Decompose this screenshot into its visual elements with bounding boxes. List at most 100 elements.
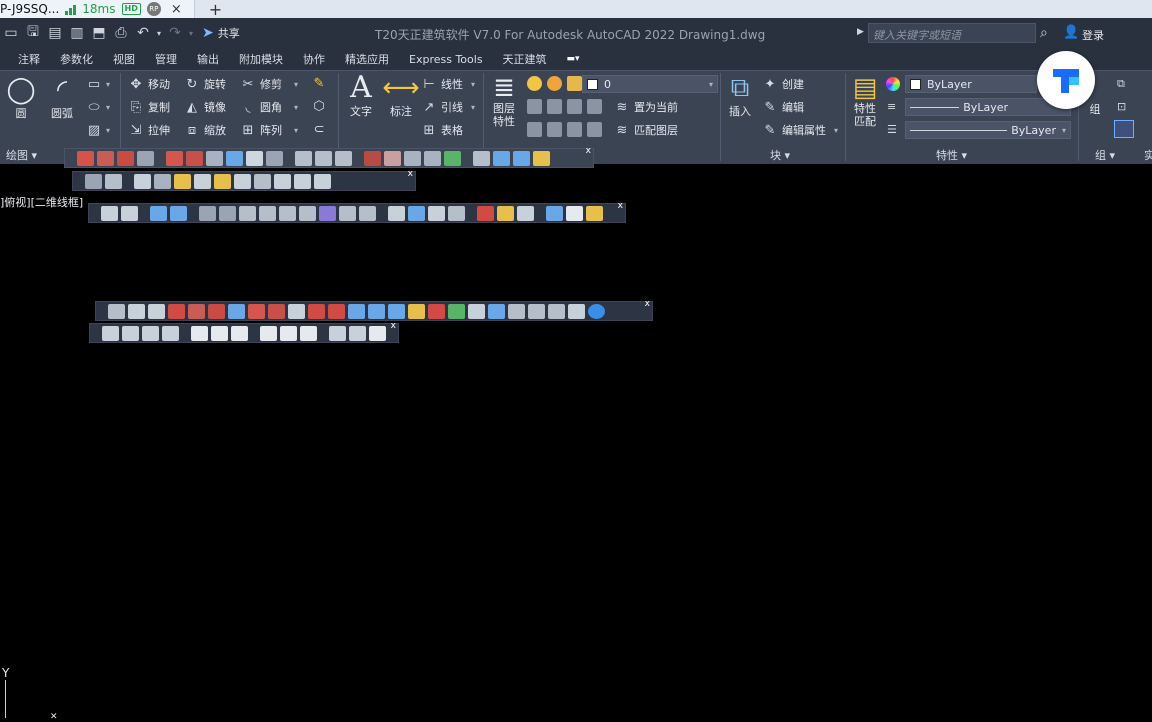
utilities-panel-title[interactable]: 实 [1144,147,1152,163]
layer-match-small-icon[interactable] [587,122,602,137]
undo-dropdown-icon[interactable]: ▾ [154,22,164,44]
undo-icon[interactable]: ↶ [132,22,154,44]
layer-freeze-icon[interactable] [567,99,582,114]
hatch-button[interactable]: ▨ ▾ [86,123,110,138]
layer-off-icon[interactable] [527,99,542,114]
match-properties-button[interactable]: ▤ 特性 匹配 [849,73,881,129]
move-button[interactable]: ✥ 移动 [128,76,170,92]
point-icon[interactable] [566,205,583,221]
ruler-icon[interactable] [408,205,425,221]
layer-isolate-icon[interactable] [547,99,562,114]
search-input[interactable]: 键入关键字或短语 [868,23,1036,43]
group-select-icon[interactable]: ⊡ [1117,100,1126,113]
ellipse-button[interactable]: ⬭ ▾ [86,100,110,115]
red-shape-icon[interactable] [477,205,494,221]
layer-walk-icon[interactable] [254,173,271,189]
layer-manage-icon[interactable] [314,173,331,189]
leader-button[interactable]: ↗ 引线 ▾ [421,99,475,115]
fill-icon[interactable] [288,303,305,319]
pencil-button[interactable]: ✎ [311,76,327,91]
scale-button[interactable]: ⧈ 缩放 [184,122,226,138]
tab-manage[interactable]: 管理 [155,51,177,67]
layer-dropdown[interactable]: 0 ▾ [582,75,718,93]
linear-dim-button[interactable]: ⊢ 线性 ▾ [421,76,475,92]
lineweight-dropdown[interactable]: ByLayer ▾ [905,121,1071,139]
stairs-icon[interactable] [508,303,525,319]
offset-button[interactable]: ⊂ [311,122,327,137]
lock-icon[interactable] [533,150,550,166]
house-icon[interactable] [448,205,465,221]
align-stack-3-icon[interactable] [142,325,159,341]
group-panel-title[interactable]: 组 ▾ [1095,147,1115,163]
sun-icon[interactable] [547,76,562,91]
group-bounding-icon[interactable] [1114,120,1134,138]
edit-attributes-button[interactable]: ✎ 编辑属性 ▾ [762,122,838,138]
window-red-icon[interactable] [308,303,325,319]
tab-collaborate[interactable]: 协作 [303,51,325,67]
copy-button[interactable]: ⎘ 复制 [128,99,170,115]
edit-doc-icon[interactable] [319,205,336,221]
align-stack-1-icon[interactable] [102,325,119,341]
room-icon[interactable] [226,150,243,166]
grid-doc-icon[interactable] [388,205,405,221]
cube-icon[interactable] [148,303,165,319]
help-icon[interactable] [588,303,605,319]
corner-join-icon[interactable] [219,205,236,221]
text-button[interactable]: A 文字 [344,73,378,119]
door-icon[interactable] [166,150,183,166]
properties-panel-title[interactable]: 特性 ▾ [936,147,967,163]
move-tool-icon[interactable] [228,303,245,319]
align-center-icon[interactable] [211,325,228,341]
remote-session-tab[interactable]: P-J9SSQ... 18ms HD RP × [0,0,195,18]
print-icon[interactable]: ⎙ [110,22,132,44]
align-stack-4-icon[interactable] [162,325,179,341]
block-panel-title[interactable]: 块 ▾ [770,147,790,163]
roof-icon[interactable] [246,150,263,166]
layer-properties-button[interactable]: ≣ 图层 特性 [487,73,521,129]
door-frame-icon[interactable] [368,303,385,319]
find-icon[interactable] [121,205,138,221]
close-toolbar-1-icon[interactable]: x [586,146,591,156]
sun-settings-icon[interactable] [214,173,231,189]
font-icon[interactable] [548,303,565,319]
group-button[interactable]: 组 [1083,101,1107,117]
close-toolbar-2-icon[interactable]: x [408,169,413,179]
close-toolbar-5-icon[interactable]: x [391,321,396,331]
login-button[interactable]: 登录 [1082,27,1104,43]
bulb-on-icon[interactable] [134,173,151,189]
layer-copy-icon[interactable] [105,173,122,189]
save-to-web-icon[interactable]: ⬒ [88,22,110,44]
axis-grid-icon[interactable] [77,150,94,166]
user-icon[interactable]: 👤 [1063,25,1079,40]
distribute-2-icon[interactable] [280,325,297,341]
parallel-icon[interactable] [369,325,386,341]
rectangle-button[interactable]: ▭ ▾ [86,77,110,92]
search-icon[interactable]: ⌕ [1040,25,1048,41]
save-drawing-icon[interactable] [108,303,125,319]
funnel-icon[interactable] [339,205,356,221]
new-file-icon[interactable]: ▭ [0,22,22,44]
arrow-tool-icon[interactable] [359,205,376,221]
wand-icon[interactable] [448,303,465,319]
beam-red-icon[interactable] [208,303,225,319]
layout-icon[interactable] [444,150,461,166]
layer-on-icon[interactable] [527,122,542,137]
stair-icon[interactable] [206,150,223,166]
list-icon[interactable] [528,303,545,319]
distribute-1-icon[interactable] [260,325,277,341]
redo-icon[interactable]: ↷ [164,22,186,44]
layer-unlock-icon[interactable] [567,122,582,137]
terrain-icon[interactable] [428,205,445,221]
redo-dropdown-icon[interactable]: ▾ [186,22,196,44]
app-logo-icon[interactable] [1037,51,1095,109]
split-icon[interactable] [268,303,285,319]
save-icon[interactable]: 🖫 [22,22,44,44]
detail-icon[interactable] [384,150,401,166]
elevation-icon[interactable] [266,150,283,166]
create-block-button[interactable]: ✦ 创建 [762,76,804,92]
door-blue-icon[interactable] [348,303,365,319]
trim-button[interactable]: ✂ 修剪 ▾ [240,76,298,92]
tab-addins[interactable]: 附加模块 [239,51,283,67]
layer-iso-icon[interactable] [274,173,291,189]
circle-button[interactable]: ◯ 圆 [4,75,38,121]
